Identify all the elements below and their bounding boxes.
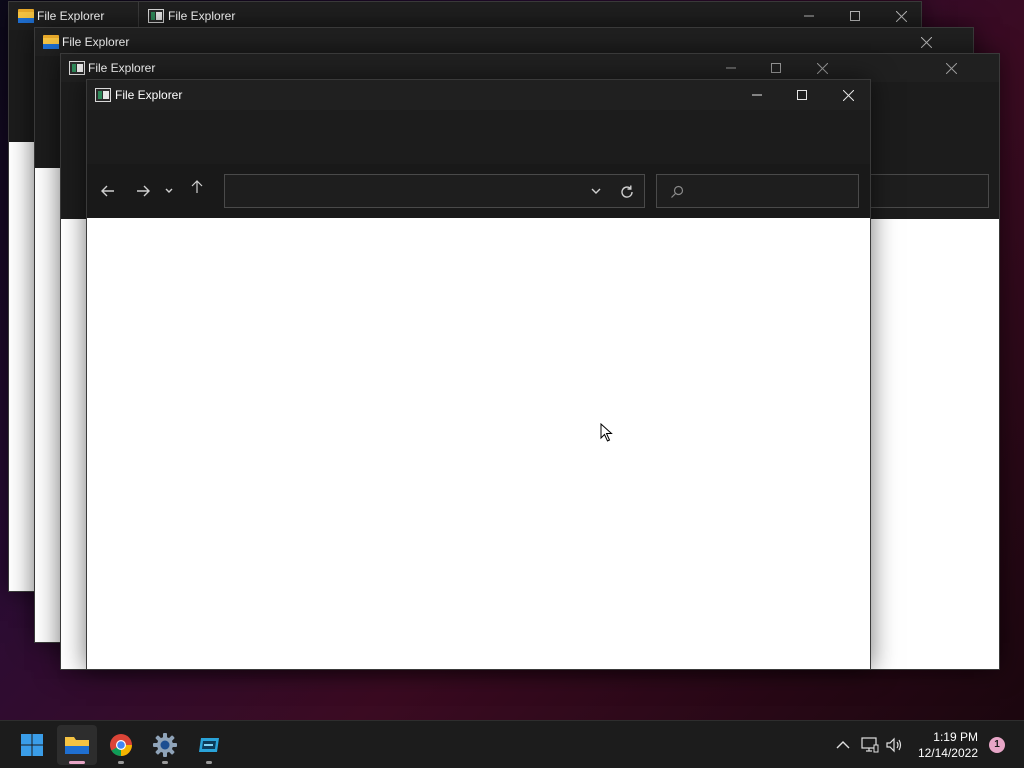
up-arrow-icon[interactable]: [185, 176, 209, 198]
maximize-button[interactable]: [779, 80, 825, 110]
open-indicator: [118, 761, 124, 764]
minimize-button[interactable]: [708, 54, 754, 82]
windows-logo-icon: [21, 734, 43, 756]
clock-time: 1:19 PM: [933, 730, 978, 744]
network-icon[interactable]: [860, 735, 880, 755]
maximize-button[interactable]: [832, 2, 878, 30]
folder-icon: [18, 9, 34, 23]
search-box-background[interactable]: [859, 174, 989, 208]
recent-locations-chevron-down-icon[interactable]: [161, 180, 177, 202]
file-explorer-window[interactable]: File Explorer: [86, 79, 871, 670]
title-bar[interactable]: File Explorer: [61, 54, 999, 82]
open-indicator: [162, 761, 168, 764]
chrome-icon: [110, 734, 132, 756]
refresh-icon[interactable]: [618, 183, 636, 201]
close-button[interactable]: [825, 80, 870, 110]
mouse-cursor-icon: [600, 423, 613, 442]
window-title: File Explorer: [62, 35, 130, 49]
minimize-button[interactable]: [786, 2, 832, 30]
minimize-button[interactable]: [734, 80, 780, 110]
close-button[interactable]: [903, 28, 949, 56]
tab-file-explorer[interactable]: File Explorer: [138, 2, 921, 30]
taskbar-chrome[interactable]: [101, 725, 141, 765]
open-indicator: [206, 761, 212, 764]
forward-arrow-icon[interactable]: [131, 180, 155, 202]
folder-icon: [65, 737, 89, 754]
drive-icon: [199, 738, 219, 752]
window-title: File Explorer: [168, 9, 236, 23]
title-bar[interactable]: File Explorer: [35, 28, 973, 56]
taskbar-drive-app[interactable]: [189, 725, 229, 765]
window-title: File Explorer: [88, 61, 156, 75]
gear-icon: [153, 733, 177, 757]
file-view-area[interactable]: [87, 218, 870, 669]
navigation-bar: [87, 164, 870, 218]
command-bar: [87, 110, 870, 164]
search-input[interactable]: [656, 174, 859, 208]
folder-icon: [43, 35, 59, 49]
back-arrow-icon[interactable]: [96, 180, 120, 202]
volume-icon[interactable]: [884, 735, 904, 755]
start-button[interactable]: [12, 725, 52, 765]
maximize-button[interactable]: [753, 54, 799, 82]
clock-date: 12/14/2022: [917, 746, 978, 760]
file-explorer-icon: [95, 88, 111, 102]
close-button[interactable]: [799, 54, 845, 82]
taskbar-file-explorer[interactable]: [57, 725, 97, 765]
close-button-2[interactable]: [928, 54, 974, 82]
active-indicator: [69, 761, 85, 764]
file-explorer-icon: [69, 61, 85, 75]
close-button[interactable]: [878, 2, 921, 30]
window-title: File Explorer: [115, 88, 183, 102]
window-title: File Explorer: [37, 9, 105, 23]
chevron-down-icon[interactable]: [588, 183, 604, 199]
taskbar-settings[interactable]: [145, 725, 185, 765]
system-clock[interactable]: 1:19 PM 12/14/2022: [918, 729, 978, 761]
search-icon: [669, 184, 685, 200]
address-bar[interactable]: [224, 174, 645, 208]
taskbar: 1:19 PM 12/14/2022 1: [0, 720, 1024, 768]
notification-badge[interactable]: 1: [989, 737, 1005, 753]
title-bar[interactable]: File Explorer: [87, 80, 870, 110]
file-explorer-icon: [148, 9, 164, 23]
show-hidden-icons-chevron-up-icon[interactable]: [833, 735, 853, 755]
